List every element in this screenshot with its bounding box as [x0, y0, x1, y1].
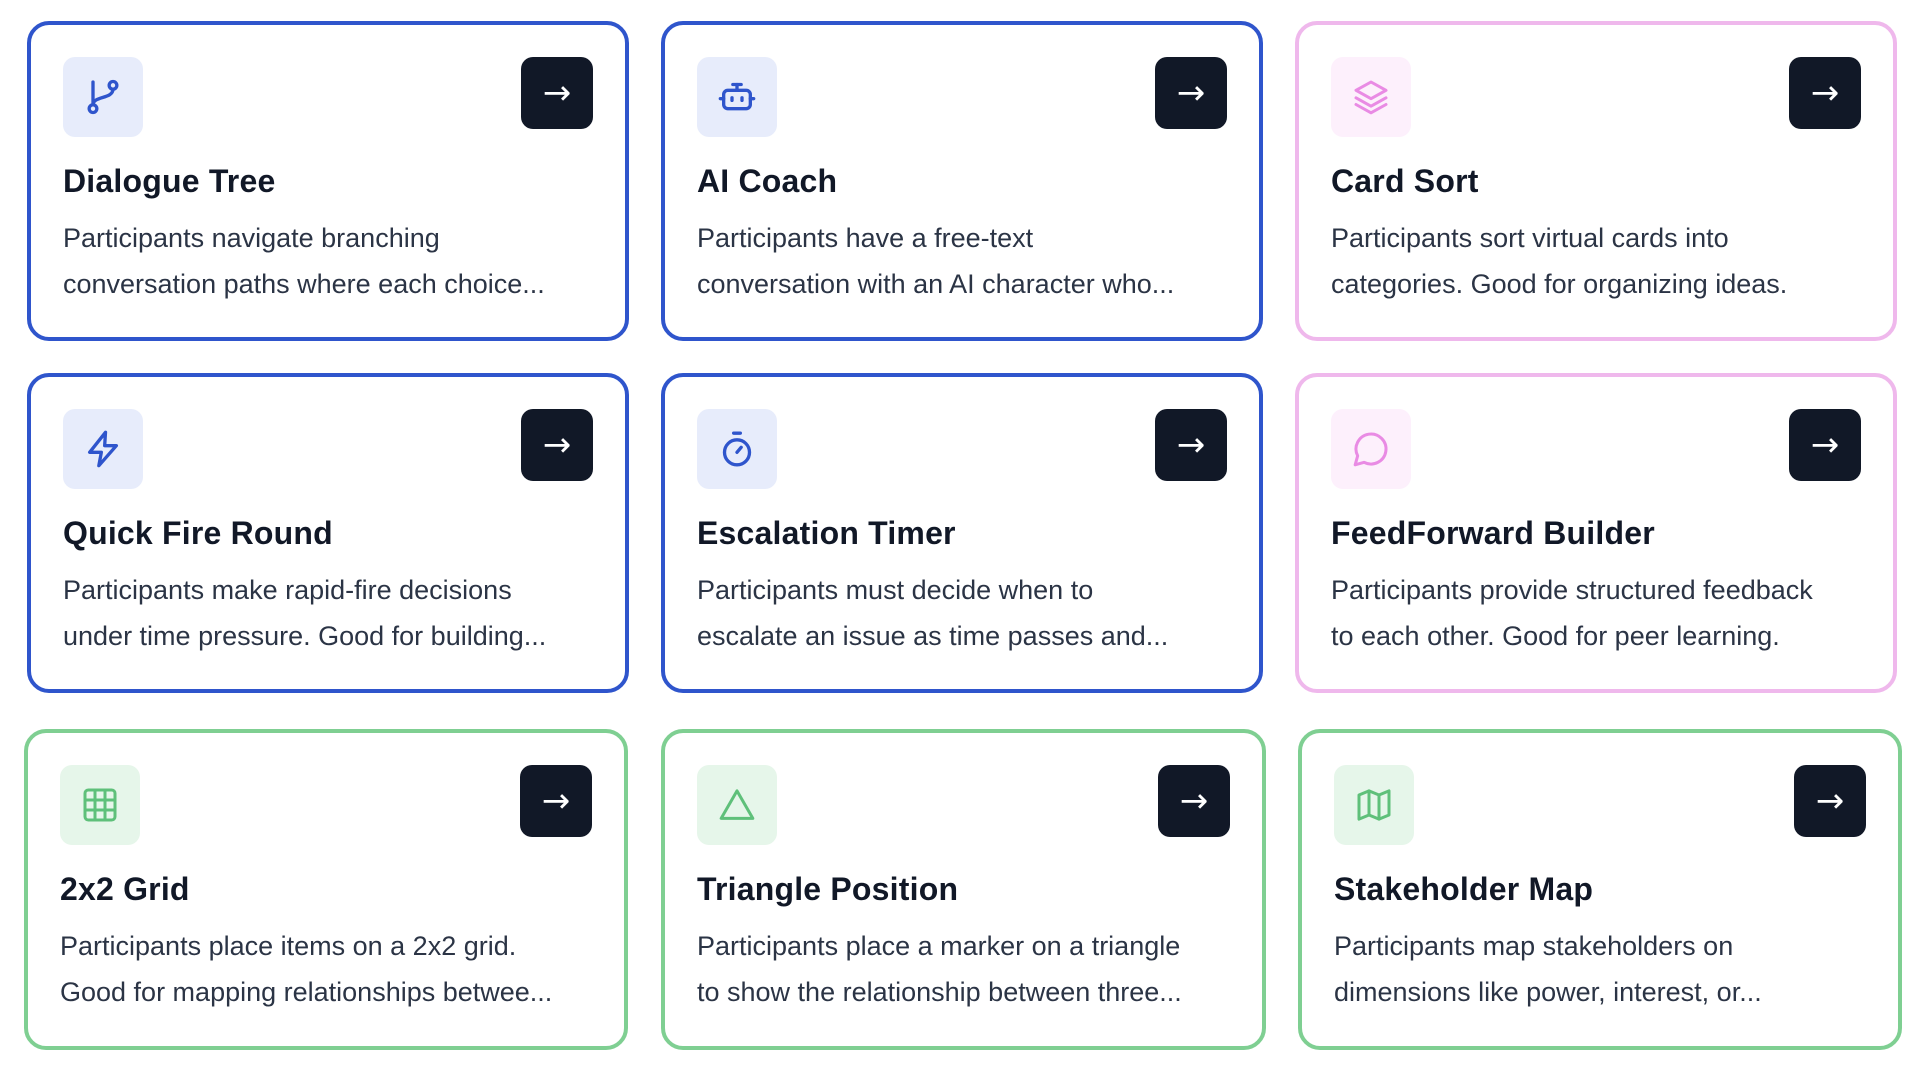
card-title: Stakeholder Map — [1334, 871, 1594, 907]
layers-icon — [1331, 57, 1411, 137]
card-triangle-position[interactable]: → Triangle Position Participants place a… — [661, 729, 1266, 1050]
open-card-button[interactable]: → — [520, 765, 592, 837]
card-stakeholder-map[interactable]: → Stakeholder Map Participants map stake… — [1298, 729, 1902, 1050]
map-icon — [1334, 765, 1414, 845]
card-card-sort[interactable]: → Card Sort Participants sort virtual ca… — [1295, 21, 1897, 341]
card-quick-fire-round[interactable]: → Quick Fire Round Participants make rap… — [27, 373, 629, 693]
open-card-button[interactable]: → — [1789, 57, 1861, 129]
lightning-icon — [63, 409, 143, 489]
open-card-button[interactable]: → — [1794, 765, 1866, 837]
card-title: FeedForward Builder — [1331, 515, 1655, 551]
card-2x2-grid[interactable]: → 2x2 Grid Participants place items on a… — [24, 729, 628, 1050]
card-description: Participants provide structured feedback… — [1331, 575, 1813, 651]
activity-card-grid: → Dialogue Tree Participants navigate br… — [0, 0, 1912, 1074]
open-card-button[interactable]: → — [1155, 57, 1227, 129]
card-description: Participants must decide when to escalat… — [697, 575, 1169, 651]
card-description: Participants place items on a 2x2 grid. … — [60, 931, 553, 1007]
card-title: Escalation Timer — [697, 515, 956, 551]
card-title: Card Sort — [1331, 163, 1479, 199]
open-card-button[interactable]: → — [521, 409, 593, 481]
card-description: Participants make rapid-fire decisions u… — [63, 575, 547, 651]
card-title: Dialogue Tree — [63, 163, 276, 199]
card-title: AI Coach — [697, 163, 838, 199]
card-title: Quick Fire Round — [63, 515, 333, 551]
open-card-button[interactable]: → — [1158, 765, 1230, 837]
stopwatch-icon — [697, 409, 777, 489]
open-card-button[interactable]: → — [521, 57, 593, 129]
open-card-button[interactable]: → — [1789, 409, 1861, 481]
grid-icon — [60, 765, 140, 845]
open-card-button[interactable]: → — [1155, 409, 1227, 481]
card-title: 2x2 Grid — [60, 871, 190, 907]
card-dialogue-tree[interactable]: → Dialogue Tree Participants navigate br… — [27, 21, 629, 341]
card-ai-coach[interactable]: → AI Coach Participants have a free-text… — [661, 21, 1263, 341]
bot-icon — [697, 57, 777, 137]
card-description: Participants have a free-text conversati… — [697, 223, 1175, 299]
chat-bubble-icon — [1331, 409, 1411, 489]
card-escalation-timer[interactable]: → Escalation Timer Participants must dec… — [661, 373, 1263, 693]
card-title: Triangle Position — [697, 871, 959, 907]
card-feedforward-builder[interactable]: → FeedForward Builder Participants provi… — [1295, 373, 1897, 693]
card-description: Participants map stakeholders on dimensi… — [1334, 931, 1762, 1007]
card-description: Participants place a marker on a triangl… — [697, 931, 1182, 1007]
card-description: Participants navigate branching conversa… — [63, 223, 545, 299]
card-description: Participants sort virtual cards into cat… — [1331, 223, 1788, 299]
triangle-icon — [697, 765, 777, 845]
git-branch-icon — [63, 57, 143, 137]
